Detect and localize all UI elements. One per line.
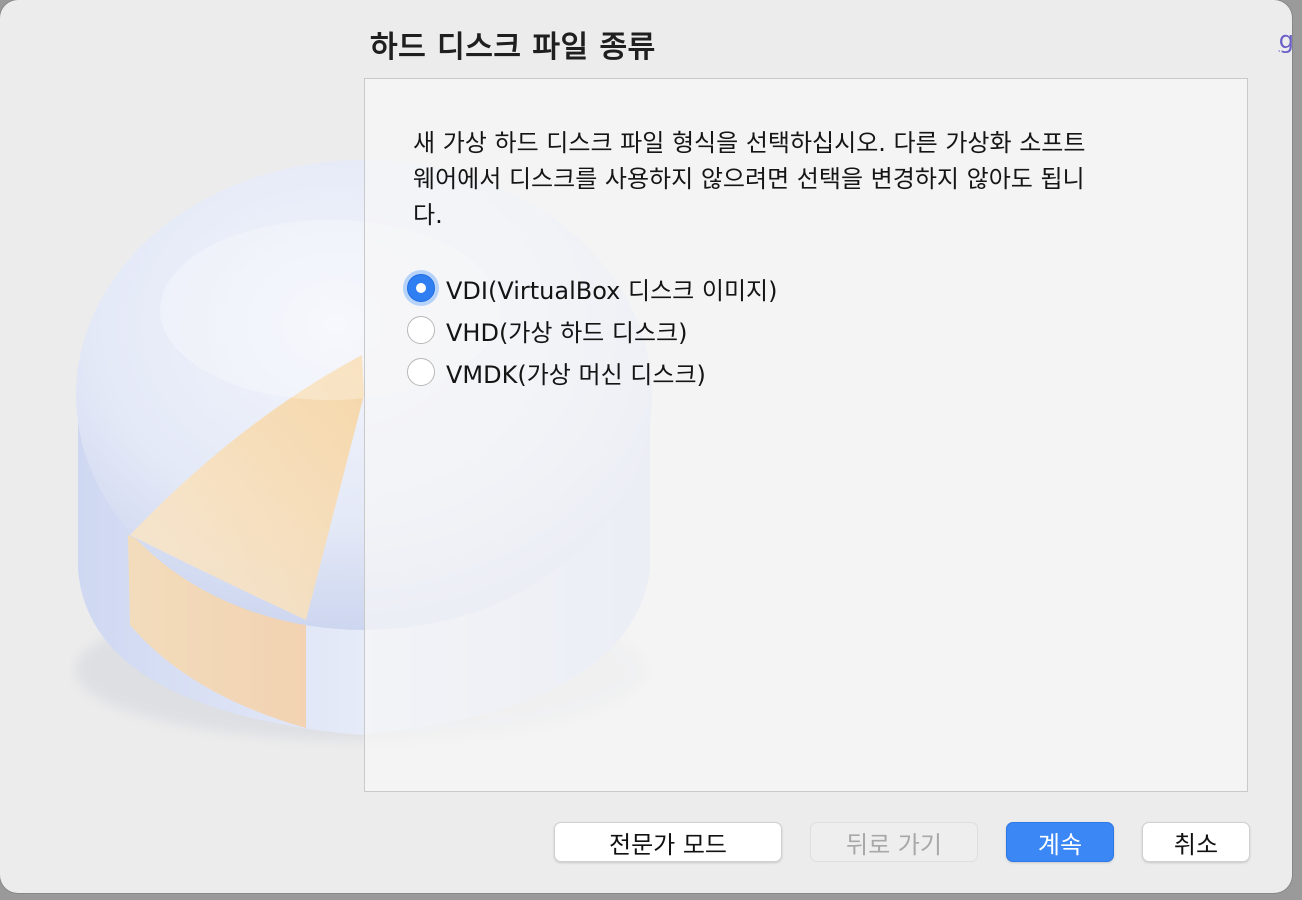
hard-disk-file-type-dialog: g 하드 디스크 파일 종류 새 가상 하드 디스크 파일 형식을 선택하십시오… <box>0 0 1292 893</box>
radio-button-vdi[interactable] <box>407 274 435 302</box>
back-button[interactable]: 뒤로 가기 <box>810 822 978 862</box>
radio-label-vmdk[interactable]: VMDK(가상 머신 디스크) <box>446 355 706 390</box>
dialog-title: 하드 디스크 파일 종류 <box>370 30 656 65</box>
radio-button-vhd[interactable] <box>407 316 435 344</box>
radio-option-vdi[interactable]: VDI(VirtualBox 디스크 이미지) <box>407 267 1007 309</box>
radio-option-vhd[interactable]: VHD(가상 하드 디스크) <box>407 309 1007 351</box>
radio-label-vhd[interactable]: VHD(가상 하드 디스크) <box>446 313 688 348</box>
content-panel: 새 가상 하드 디스크 파일 형식을 선택하십시오. 다른 가상화 소프트 웨어… <box>364 78 1248 792</box>
radio-option-vmdk[interactable]: VMDK(가상 머신 디스크) <box>407 351 1007 393</box>
disk-format-radio-group: VDI(VirtualBox 디스크 이미지) VHD(가상 하드 디스크) V… <box>407 267 1007 393</box>
edge-link[interactable]: g <box>1279 26 1292 54</box>
cancel-button[interactable]: 취소 <box>1142 822 1250 862</box>
button-bar: 전문가 모드 뒤로 가기 계속 취소 <box>0 822 1292 864</box>
description-text: 새 가상 하드 디스크 파일 형식을 선택하십시오. 다른 가상화 소프트 웨어… <box>413 129 1086 229</box>
radio-label-vdi[interactable]: VDI(VirtualBox 디스크 이미지) <box>446 271 777 306</box>
continue-button[interactable]: 계속 <box>1006 822 1114 862</box>
radio-button-vmdk[interactable] <box>407 358 435 386</box>
expert-mode-button[interactable]: 전문가 모드 <box>554 822 782 862</box>
